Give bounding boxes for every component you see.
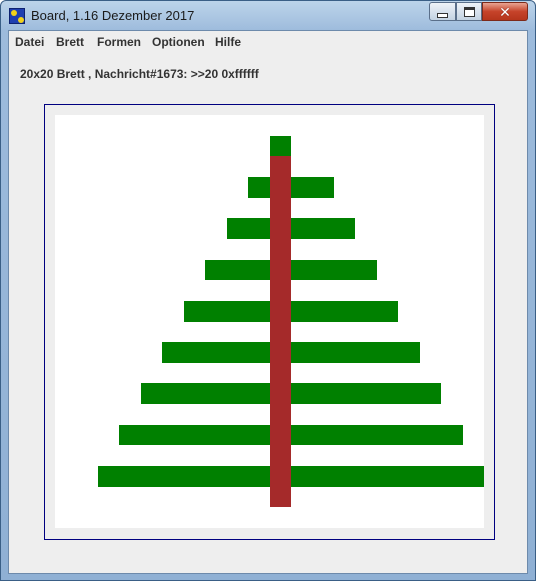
menu-optionen[interactable]: Optionen [152, 35, 205, 49]
close-icon: ✕ [499, 3, 511, 20]
menu-brett[interactable]: Brett [56, 35, 84, 49]
client-area: Datei Brett Formen Optionen Hilfe 20x20 … [8, 30, 528, 574]
tree-branch-9 [98, 466, 484, 487]
board-frame [44, 104, 495, 540]
tree-branch-3 [227, 218, 355, 239]
menu-datei[interactable]: Datei [15, 35, 44, 49]
maximize-button[interactable] [456, 2, 482, 21]
menu-hilfe[interactable]: Hilfe [215, 35, 241, 49]
tree-branch-6 [162, 342, 420, 363]
minimize-button[interactable] [429, 2, 456, 21]
tree-branch-7 [141, 383, 441, 404]
tree-branch-2 [248, 177, 334, 198]
menu-bar: Datei Brett Formen Optionen Hilfe [9, 31, 527, 53]
window-title: Board, 1.16 Dezember 2017 [31, 8, 195, 23]
tree-trunk [270, 156, 291, 507]
minimize-icon [437, 12, 448, 18]
board-app-icon[interactable] [9, 8, 25, 24]
tree-branch-5 [184, 301, 398, 322]
menu-formen[interactable]: Formen [97, 35, 141, 49]
tree-branch-8 [119, 425, 463, 445]
tree-branch-4 [205, 260, 377, 280]
app-window: Board, 1.16 Dezember 2017 ✕ Datei Brett … [0, 0, 536, 581]
board-canvas[interactable] [55, 115, 484, 528]
title-bar[interactable]: Board, 1.16 Dezember 2017 ✕ [1, 1, 535, 31]
tree-branch-1 [270, 136, 291, 156]
close-button[interactable]: ✕ [482, 2, 528, 21]
maximize-icon [463, 6, 475, 17]
status-message: 20x20 Brett , Nachricht#1673: >>20 0xfff… [20, 67, 259, 81]
